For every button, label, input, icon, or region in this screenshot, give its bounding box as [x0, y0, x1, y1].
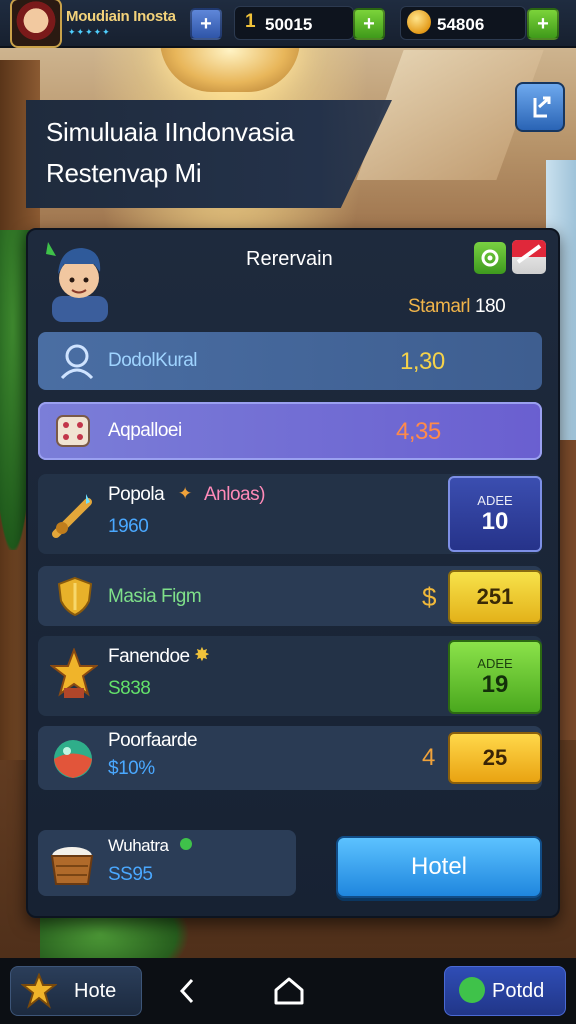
row2-value: 4,35 [396, 418, 441, 445]
trophy-star-icon [50, 648, 98, 698]
row5-sub: S838 [108, 678, 151, 699]
row5-box-value: 19 [481, 670, 509, 698]
settings-button[interactable] [474, 242, 506, 274]
player-rank-stars: ✦✦✦✦✦ [68, 27, 111, 37]
nav-right-label: Potdd [492, 980, 545, 1002]
row2-label: Aqpalloei [108, 420, 182, 441]
hotel-button[interactable]: Hotel [336, 836, 542, 898]
status-line: Stamarl 180 [408, 296, 506, 318]
guest-icon [60, 344, 94, 380]
profile-plus-button[interactable]: + [190, 8, 222, 40]
row6-value-box[interactable]: 25 [448, 732, 542, 784]
row5-value-box[interactable]: ADEE 19 [448, 640, 542, 714]
gear-icon [481, 249, 499, 267]
row3-value-box[interactable]: ADEE 10 [448, 476, 542, 552]
manager-avatar [46, 242, 108, 322]
coins-value: 54806 [437, 15, 485, 34]
add-resource1-button[interactable]: + [353, 8, 385, 40]
status-dot-icon [180, 838, 192, 850]
player-name: Moudiain Inosta [66, 8, 176, 25]
resource1-value: 50015 [265, 15, 313, 34]
exit-button[interactable] [515, 82, 565, 132]
star-icon: ✦ [178, 484, 193, 503]
status-label: Stamarl [408, 296, 470, 317]
row1-value: 1,30 [400, 348, 445, 375]
reservation-row-1[interactable]: DodolKural 1,30 [38, 332, 542, 390]
chevron-left-icon[interactable] [174, 976, 202, 1006]
title-line1: Simuluaia IIndonvasia [46, 117, 295, 147]
row4-currency: $ [422, 582, 436, 612]
coins-box: 54806 [400, 6, 526, 40]
reservation-row-2[interactable]: Aqpalloei 4,35 [38, 402, 542, 460]
basket-icon [50, 847, 94, 885]
status-value: 180 [474, 296, 506, 317]
title-line2: Restenvap Mi [46, 158, 202, 188]
row4-box-value: 251 [476, 584, 514, 609]
row6-label: Poorfaarde [108, 730, 198, 751]
add-coins-button[interactable]: + [527, 8, 559, 40]
flag-icon [512, 240, 546, 264]
row5-label: Fanendoe [108, 646, 190, 667]
row1-label: DodolKural [108, 350, 198, 371]
flag-button[interactable] [512, 240, 546, 274]
nav-left-label: Hote [74, 980, 117, 1002]
row5-box-head: ADEE [477, 655, 513, 671]
orb-icon [54, 740, 92, 778]
row3-label: Popola [108, 484, 165, 505]
hotel-icon [21, 973, 57, 1009]
coin-icon [407, 10, 431, 34]
key-icon [52, 494, 92, 538]
room-service-card[interactable]: Wuhatra SS95 [38, 830, 296, 896]
home-icon[interactable] [272, 976, 306, 1006]
row6-currency: 4 [422, 744, 435, 771]
panel-title: Rerervain [246, 248, 333, 270]
dice-icon [56, 415, 90, 447]
shield-icon [57, 576, 93, 617]
exit-icon [533, 96, 551, 118]
sparkle-icon: ✸ [194, 645, 210, 666]
row4-value-box[interactable]: 251 [448, 570, 542, 624]
resource1-box: 1 50015 [234, 6, 354, 40]
row6-sub: $10% [108, 758, 155, 779]
row6-box-value: 25 [482, 745, 508, 770]
row3-box-value: 10 [481, 507, 509, 535]
player-avatar[interactable] [10, 0, 62, 48]
row3-tag: Anloas) [204, 484, 265, 505]
bottom-card-label: Wuhatra [108, 836, 169, 855]
resource1-icon: 1 [245, 11, 256, 32]
chat-icon [459, 977, 485, 1003]
row3-sub: 1960 [108, 516, 149, 537]
row3-box-head: ADEE [477, 492, 513, 508]
bottom-card-value: SS95 [108, 864, 153, 885]
row4-label: Masia Figm [108, 586, 202, 607]
